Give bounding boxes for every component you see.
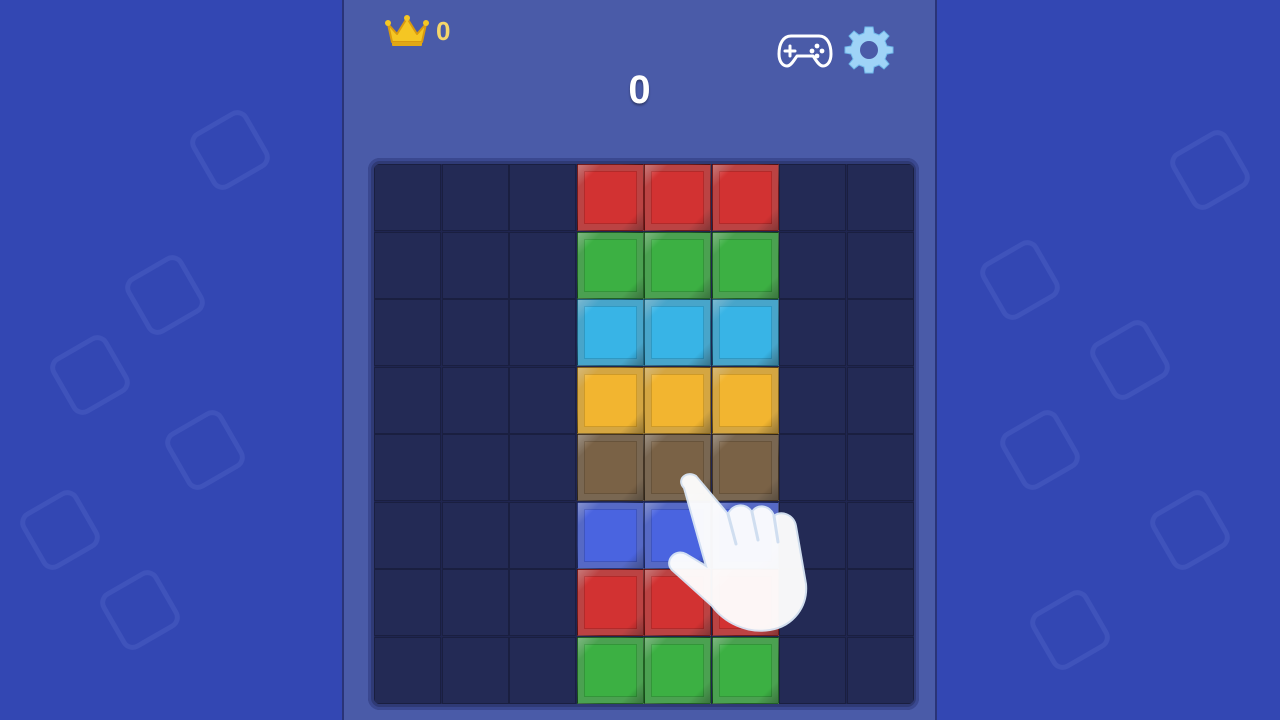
board-cell[interactable] [846, 636, 914, 704]
block-red[interactable] [644, 164, 711, 231]
board-cell[interactable] [441, 231, 509, 299]
block-red[interactable] [711, 164, 779, 231]
board-cell[interactable] [779, 164, 846, 231]
block-red[interactable] [644, 569, 711, 636]
board-cell[interactable] [509, 164, 576, 231]
board-cell[interactable] [441, 501, 509, 569]
block-green[interactable] [576, 231, 644, 299]
board-cell[interactable] [509, 569, 576, 636]
block-green[interactable] [711, 636, 779, 704]
block-yellow[interactable] [576, 366, 644, 434]
board-cell[interactable] [374, 299, 441, 366]
game-panel: 0 0 [342, 0, 937, 720]
board-cell[interactable] [509, 434, 576, 501]
block-yellow[interactable] [644, 366, 711, 434]
board-cell[interactable] [441, 299, 509, 366]
game-board[interactable] [374, 164, 914, 704]
board-cell[interactable] [374, 501, 441, 569]
block-green[interactable] [644, 231, 711, 299]
board-cell[interactable] [441, 164, 509, 231]
board-cell[interactable] [846, 434, 914, 501]
best-score: 0 [384, 14, 450, 48]
best-score-value: 0 [436, 15, 451, 46]
board-cell[interactable] [779, 434, 846, 501]
block-green[interactable] [711, 231, 779, 299]
block-brown[interactable] [576, 434, 644, 501]
board-cell[interactable] [509, 366, 576, 434]
board-cell[interactable] [779, 366, 846, 434]
block-brown[interactable] [644, 434, 711, 501]
block-red[interactable] [576, 164, 644, 231]
board-cell[interactable] [779, 636, 846, 704]
board-cell[interactable] [779, 231, 846, 299]
board-cell[interactable] [846, 299, 914, 366]
gamepad-icon[interactable] [777, 28, 833, 70]
board-cell[interactable] [509, 636, 576, 704]
board-cell[interactable] [374, 434, 441, 501]
board-cell[interactable] [441, 636, 509, 704]
block-cyan[interactable] [576, 299, 644, 366]
block-red[interactable] [711, 569, 779, 636]
board-cell[interactable] [846, 569, 914, 636]
crown-icon [385, 15, 429, 46]
board-cell[interactable] [374, 569, 441, 636]
block-cyan[interactable] [711, 299, 779, 366]
board-cell[interactable] [509, 299, 576, 366]
board-cell[interactable] [846, 366, 914, 434]
board-cell[interactable] [374, 366, 441, 434]
board-cell[interactable] [779, 299, 846, 366]
block-blue[interactable] [644, 501, 711, 569]
gear-icon[interactable] [844, 24, 894, 74]
block-red[interactable] [576, 569, 644, 636]
block-brown[interactable] [711, 434, 779, 501]
board-cell[interactable] [374, 636, 441, 704]
board-cell[interactable] [441, 434, 509, 501]
block-green[interactable] [576, 636, 644, 704]
board-cell[interactable] [509, 501, 576, 569]
block-blue[interactable] [576, 501, 644, 569]
block-yellow[interactable] [711, 366, 779, 434]
board-cell[interactable] [374, 164, 441, 231]
board-cell[interactable] [441, 569, 509, 636]
board-cell[interactable] [374, 231, 441, 299]
block-blue[interactable] [711, 501, 779, 569]
board-cell[interactable] [846, 501, 914, 569]
board-cell[interactable] [441, 366, 509, 434]
board-frame [368, 158, 919, 710]
block-cyan[interactable] [644, 299, 711, 366]
board-cell[interactable] [846, 231, 914, 299]
board-cell[interactable] [779, 501, 846, 569]
board-cell[interactable] [846, 164, 914, 231]
board-cell[interactable] [509, 231, 576, 299]
block-green[interactable] [644, 636, 711, 704]
current-score: 0 [628, 68, 651, 112]
board-cell[interactable] [779, 569, 846, 636]
